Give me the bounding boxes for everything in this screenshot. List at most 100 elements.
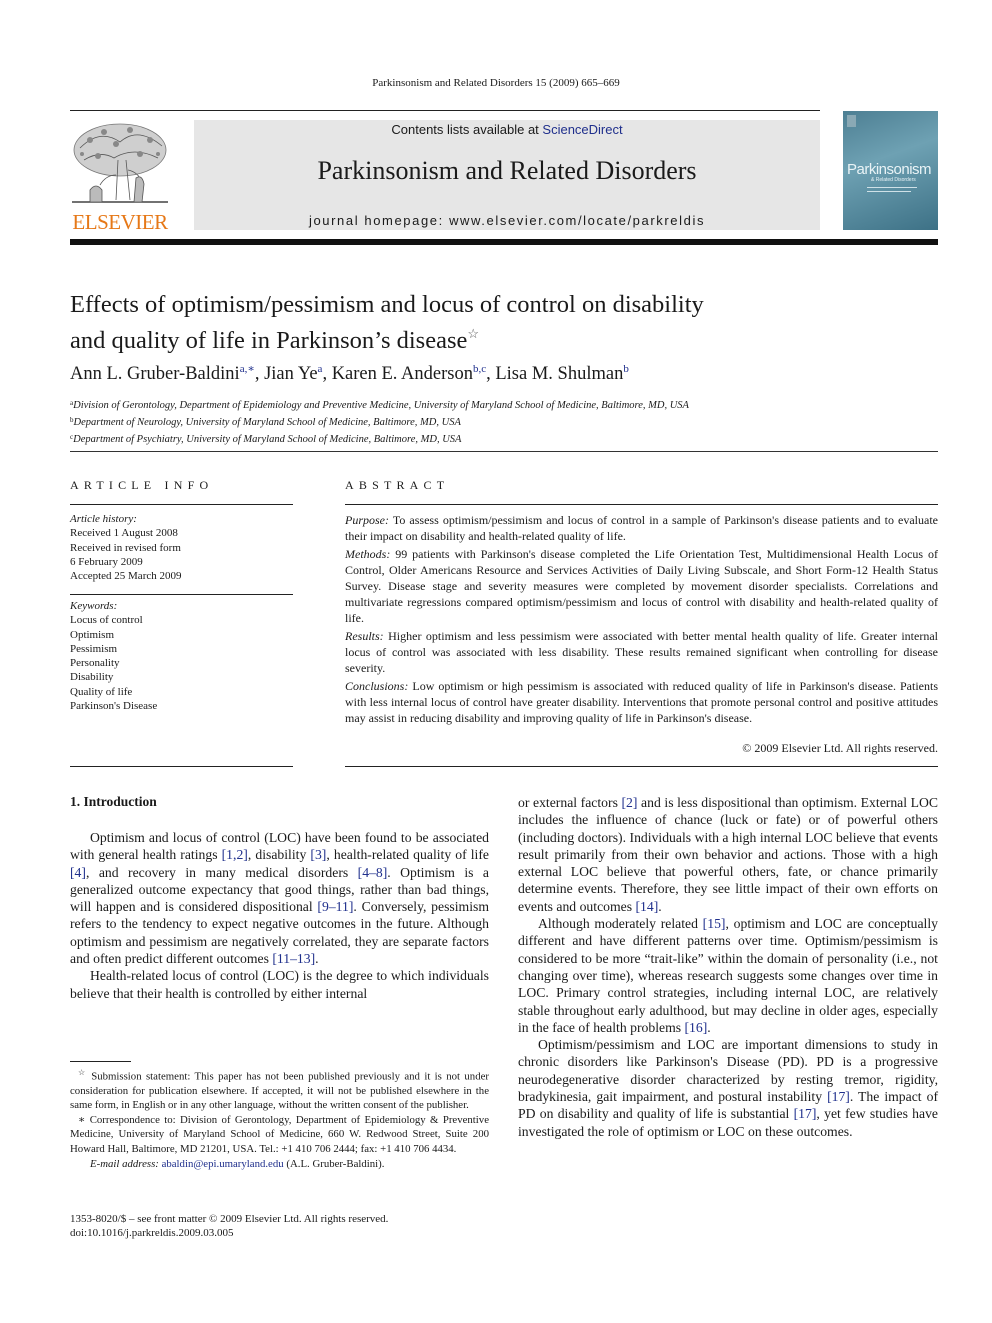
- journal-title: Parkinsonism and Related Disorders: [317, 156, 697, 185]
- keyword[interactable]: Quality of life: [70, 685, 157, 699]
- keyword[interactable]: Pessimism: [70, 642, 157, 656]
- body-paragraph: Health-related locus of control (LOC) is…: [70, 968, 489, 1001]
- abstract-section: Methods: 99 patients with Parkinson's di…: [345, 546, 938, 626]
- affiliation: cDepartment of Psychiatry, University of…: [70, 430, 689, 447]
- body-paragraph: Although moderately related [15], optimi…: [518, 916, 938, 1035]
- running-head: Parkinsonism and Related Disorders 15 (2…: [372, 77, 620, 89]
- footnote-correspondence: ∗ Correspondence to: Division of Geronto…: [70, 1114, 489, 1155]
- keywords-label: Keywords:: [70, 600, 118, 612]
- abstract-copyright: © 2009 Elsevier Ltd. All rights reserved…: [742, 741, 938, 755]
- homepage-link[interactable]: www.elsevier.com/locate/parkreldis: [449, 213, 705, 228]
- article-title: Effects of optimism/pessimism and locus …: [70, 290, 850, 355]
- abstract-section: Conclusions: Low optimism or high pessim…: [345, 678, 938, 726]
- author-name[interactable]: Lisa M. Shulman: [495, 364, 623, 384]
- footnotes: ☆ Submission statement: This paper has n…: [70, 1066, 489, 1172]
- cover-text-line: [867, 187, 917, 188]
- sciencedirect-link[interactable]: ScienceDirect: [542, 122, 622, 137]
- author-affiliation-marks[interactable]: a,∗: [240, 363, 255, 375]
- abstract-section-label: Methods:: [345, 547, 391, 561]
- cover-text-line: [867, 191, 911, 192]
- abstract-section: Results: Higher optimism and less pessim…: [345, 628, 938, 676]
- article-info-heading: ARTICLE INFO: [70, 478, 214, 492]
- keyword[interactable]: Optimism: [70, 628, 157, 642]
- citation-link[interactable]: [14]: [635, 899, 658, 914]
- section-rule: [70, 451, 938, 452]
- title-line-2: and quality of life in Parkinson’s disea…: [70, 327, 468, 354]
- citation-link[interactable]: [2]: [622, 795, 638, 810]
- affiliation: bDepartment of Neurology, University of …: [70, 413, 689, 430]
- abstract-heading: ABSTRACT: [345, 478, 450, 492]
- cover-subtitle: & Related Disorders: [871, 177, 916, 183]
- body-paragraph: or external factors [2] and is less disp…: [518, 795, 939, 914]
- author-name[interactable]: Jian Ye: [264, 364, 317, 384]
- abstract-section: Purpose: To assess optimism/pessimism an…: [345, 512, 938, 544]
- author-separator: ,: [254, 364, 265, 384]
- footnote-star-icon: ☆: [78, 1068, 87, 1077]
- journal-banner: Contents lists available at ScienceDirec…: [194, 120, 820, 230]
- citation-link[interactable]: [3]: [310, 847, 326, 862]
- citation-link[interactable]: [15]: [703, 916, 726, 931]
- title-line-1: Effects of optimism/pessimism and locus …: [70, 291, 704, 318]
- issn-doi: 1353-8020/$ – see front matter © 2009 El…: [70, 1212, 388, 1240]
- homepage-line: journal homepage: www.elsevier.com/locat…: [194, 213, 820, 228]
- abstract-section-text: 99 patients with Parkinson's disease com…: [345, 547, 938, 625]
- history-item: Received in revised form: [70, 541, 181, 554]
- keyword[interactable]: Disability: [70, 670, 157, 684]
- citation-link[interactable]: [9–11]: [317, 899, 353, 914]
- keyword[interactable]: Parkinson's Disease: [70, 699, 157, 713]
- footnote-rule: [70, 1061, 131, 1062]
- body-paragraph: Optimism and locus of control (LOC) have…: [70, 830, 489, 967]
- title-footnote-star-icon[interactable]: ☆: [467, 326, 479, 341]
- homepage-prefix: journal homepage:: [308, 213, 450, 228]
- history-item: 6 February 2009: [70, 555, 143, 568]
- affiliation-text: Division of Gerontology, Department of E…: [73, 400, 689, 411]
- author-affiliation-marks[interactable]: b: [623, 363, 629, 375]
- abstract-body: Purpose: To assess optimism/pessimism an…: [345, 512, 938, 728]
- affiliation-text: Department of Neurology, University of M…: [73, 417, 461, 428]
- contents-prefix: Contents lists available at: [391, 122, 543, 137]
- citation-link[interactable]: [4–8]: [358, 865, 388, 880]
- issn-line: 1353-8020/$ – see front matter © 2009 El…: [70, 1213, 389, 1225]
- citation-link[interactable]: [1,2]: [222, 847, 248, 862]
- citation-link[interactable]: [16]: [684, 1020, 707, 1035]
- corresponding-author-icon[interactable]: ∗: [247, 363, 254, 375]
- keyword[interactable]: Personality: [70, 656, 157, 670]
- footnote-submission: ☆ Submission statement: This paper has n…: [70, 1068, 489, 1111]
- affiliation: aDivision of Gerontology, Department of …: [70, 396, 689, 413]
- email-link[interactable]: abaldin@epi.umaryland.edu: [162, 1158, 284, 1170]
- abstract-section-text: Low optimism or high pessimism is associ…: [345, 679, 938, 725]
- body-column-left: Optimism and locus of control (LOC) have…: [70, 829, 489, 1002]
- keyword[interactable]: Locus of control: [70, 613, 157, 627]
- affiliation-text: Department of Psychiatry, University of …: [73, 434, 462, 445]
- keywords: Keywords: Locus of control Optimism Pessim…: [70, 599, 157, 713]
- header-thick-rule: [70, 239, 938, 245]
- email-label: E-mail address:: [90, 1157, 159, 1170]
- section-heading-introduction: 1. Introduction: [70, 794, 157, 809]
- history-item: Accepted 25 March 2009: [70, 570, 182, 583]
- journal-cover-image[interactable]: Parkinsonism & Related Disorders: [843, 111, 938, 230]
- history-label: Article history:: [70, 513, 137, 525]
- author-name[interactable]: Ann L. Gruber-Baldini: [70, 364, 240, 384]
- author-affiliation-marks[interactable]: b,c: [473, 363, 486, 375]
- article-info-rule: [70, 504, 293, 505]
- abstract-rule: [345, 766, 938, 767]
- elsevier-logo[interactable]: ELSEVIER: [70, 120, 170, 234]
- doi-line[interactable]: doi:10.1016/j.parkreldis.2009.03.005: [70, 1226, 388, 1240]
- publisher-name: ELSEVIER: [72, 210, 168, 234]
- abstract-section-text: To assess optimism/pessimism and locus o…: [345, 513, 938, 543]
- citation-link[interactable]: [11–13]: [272, 951, 315, 966]
- citation-link[interactable]: [4]: [70, 865, 86, 880]
- author-name[interactable]: Karen E. Anderson: [332, 364, 473, 384]
- cover-logo-icon: [847, 115, 856, 127]
- affiliations: aDivision of Gerontology, Department of …: [70, 396, 689, 447]
- body-column-right: or external factors [2] and is less disp…: [518, 794, 938, 1140]
- author-list: Ann L. Gruber-Baldinia,∗, Jian Yea, Kare…: [70, 362, 629, 385]
- abstract-rule: [345, 504, 938, 505]
- citation-link[interactable]: [17]: [794, 1106, 817, 1121]
- contents-line: Contents lists available at ScienceDirec…: [194, 122, 820, 137]
- citation-link[interactable]: [17]: [827, 1089, 850, 1104]
- header-rule: [70, 110, 820, 111]
- author-separator: ,: [486, 364, 496, 384]
- email-owner: (A.L. Gruber-Baldini).: [283, 1157, 385, 1170]
- author-separator: ,: [322, 364, 332, 384]
